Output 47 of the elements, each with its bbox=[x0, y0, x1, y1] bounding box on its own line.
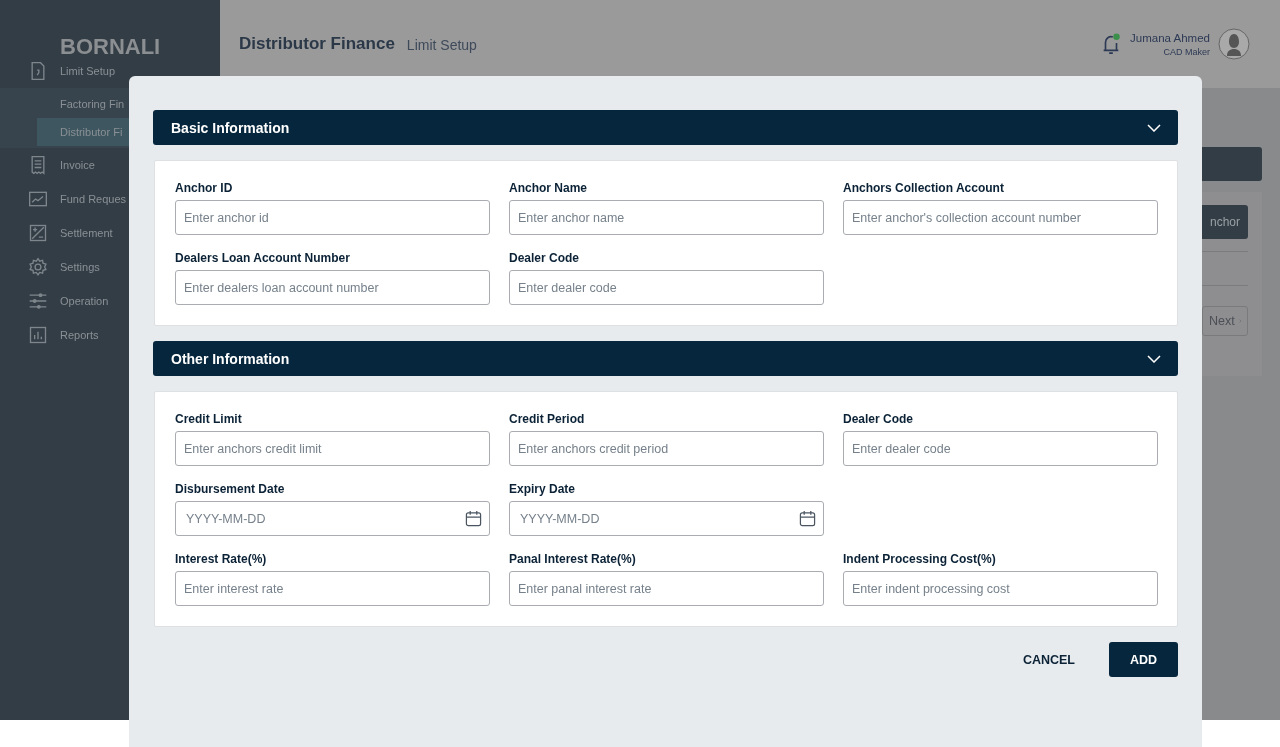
date-field[interactable]: YYYY-MM-DD bbox=[175, 501, 490, 536]
user-role: CAD Maker bbox=[1163, 46, 1210, 57]
input-field[interactable]: Enter interest rate bbox=[175, 571, 490, 606]
plus-minus-icon bbox=[28, 223, 48, 243]
field-label: Anchor Name bbox=[509, 181, 589, 195]
nav-item[interactable]: Limit Setup bbox=[0, 54, 220, 88]
sliders-icon bbox=[28, 291, 48, 311]
nav-item[interactable]: Invoice bbox=[0, 148, 220, 182]
field-label: Expiry Date bbox=[509, 482, 577, 496]
field-label: Credit Limit bbox=[175, 412, 243, 426]
input-field[interactable]: Enter anchor's collection account number bbox=[843, 200, 1158, 235]
section-header[interactable]: Basic Information bbox=[153, 110, 1178, 145]
gear-icon bbox=[28, 257, 48, 277]
chart-icon bbox=[28, 189, 48, 209]
add-button[interactable]: ADD bbox=[1109, 642, 1178, 677]
chevron-down-icon bbox=[1147, 354, 1161, 363]
bar-chart-icon bbox=[28, 325, 48, 345]
field-label: Anchors Collection Account bbox=[843, 181, 1005, 195]
chevron-down-icon bbox=[1147, 123, 1161, 132]
field-label: Panal Interest Rate(%) bbox=[509, 552, 637, 566]
field-label: Disbursement Date bbox=[175, 482, 286, 496]
input-field[interactable]: Enter dealers loan account number bbox=[175, 270, 490, 305]
user-name: Jumana Ahmed bbox=[1130, 31, 1210, 44]
field-label: Interest Rate(%) bbox=[175, 552, 268, 566]
field-label: Dealer Code bbox=[509, 251, 581, 265]
calendar-icon[interactable] bbox=[465, 510, 482, 527]
cancel-button[interactable]: CANCEL bbox=[1018, 644, 1079, 675]
field-label: Dealer Code bbox=[843, 412, 915, 426]
calendar-icon[interactable] bbox=[799, 510, 816, 527]
input-field[interactable]: Enter anchor name bbox=[509, 200, 824, 235]
page-subtitle: Limit Setup bbox=[406, 37, 477, 53]
input-field[interactable]: Enter anchor id bbox=[175, 200, 490, 235]
date-field[interactable]: YYYY-MM-DD bbox=[509, 501, 824, 536]
input-field[interactable]: Enter anchors credit period bbox=[509, 431, 824, 466]
field-label: Credit Period bbox=[509, 412, 586, 426]
page-title: Distributor Finance bbox=[239, 34, 395, 54]
section-header[interactable]: Other Information bbox=[153, 341, 1178, 376]
input-field[interactable]: Enter anchors credit limit bbox=[175, 431, 490, 466]
input-field[interactable]: Enter dealer code bbox=[843, 431, 1158, 466]
avatar-icon[interactable] bbox=[1218, 28, 1250, 60]
input-field[interactable]: Enter indent processing cost bbox=[843, 571, 1158, 606]
field-label: Anchor ID bbox=[175, 181, 234, 195]
input-field[interactable]: Enter dealer code bbox=[509, 270, 824, 305]
input-field[interactable]: Enter panal interest rate bbox=[509, 571, 824, 606]
field-label: Dealers Loan Account Number bbox=[175, 251, 351, 265]
logo: BORNALI bbox=[59, 33, 162, 54]
field-label: Indent Processing Cost(%) bbox=[843, 552, 997, 566]
